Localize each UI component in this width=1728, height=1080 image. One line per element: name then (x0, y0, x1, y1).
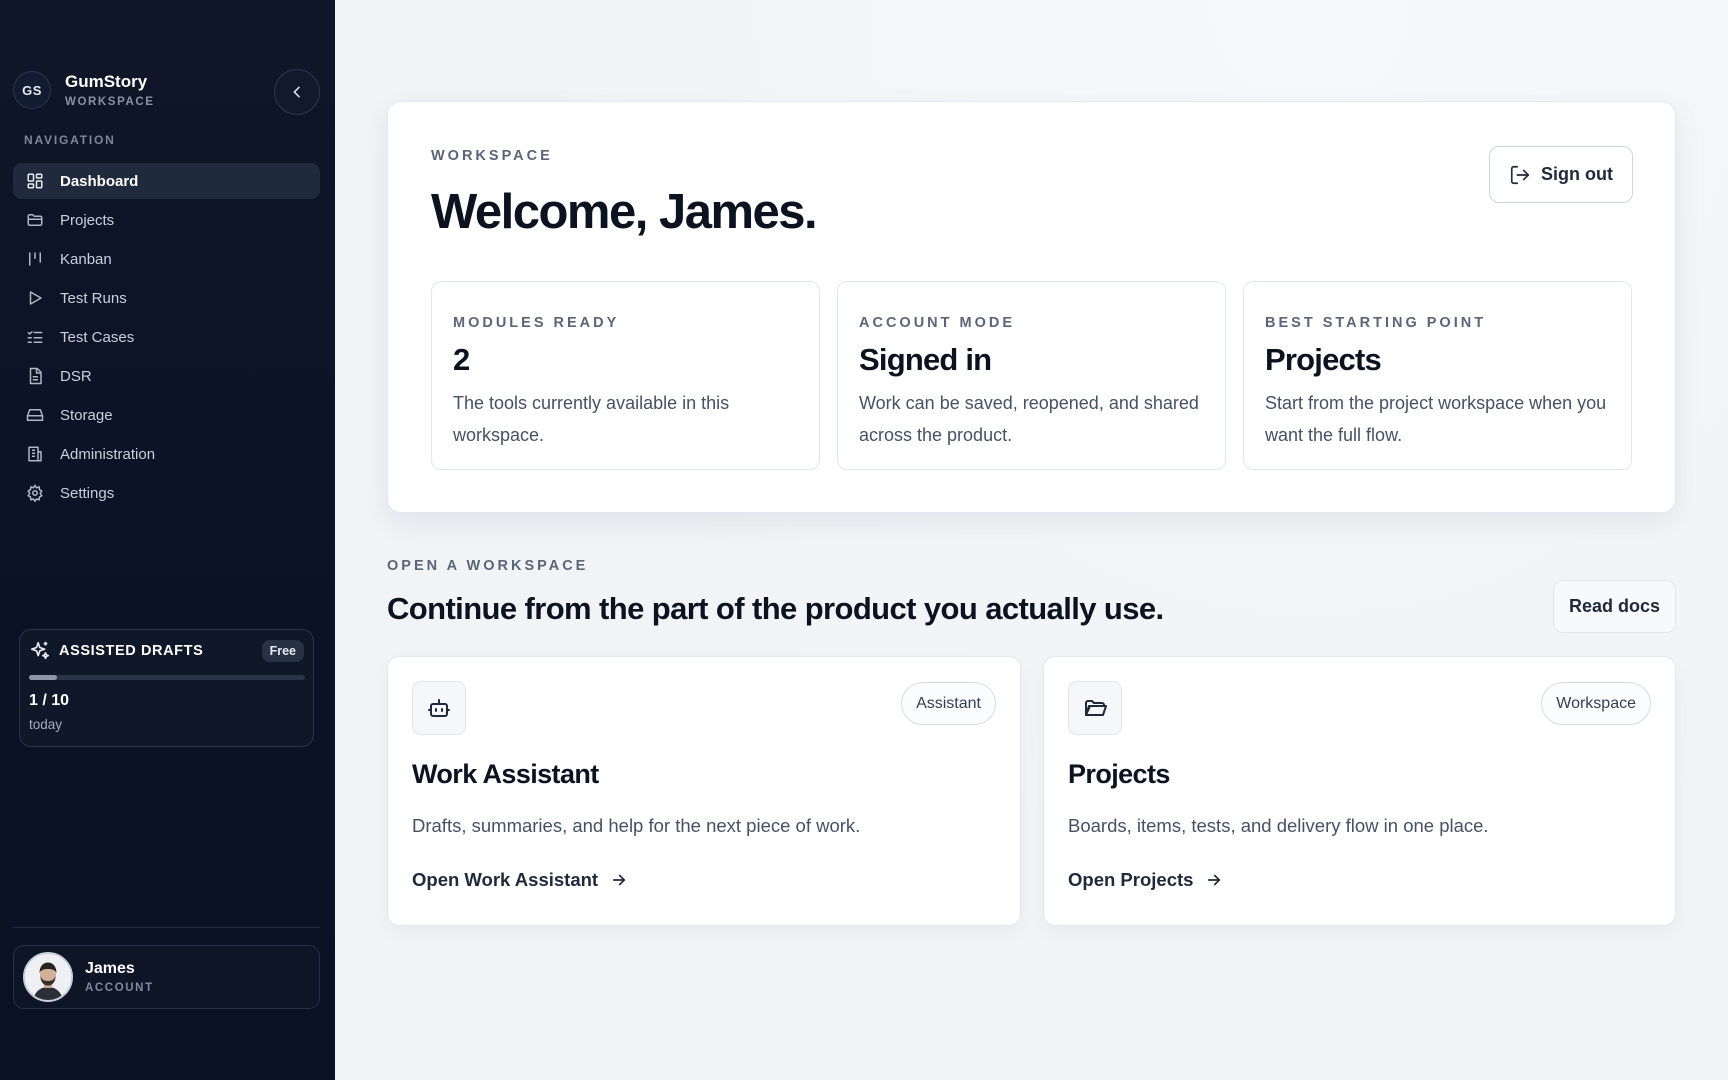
sidebar-item-projects[interactable]: Projects (13, 202, 320, 238)
sidebar-item-test-cases[interactable]: Test Cases (13, 319, 320, 355)
stat-value: Signed in (859, 342, 992, 377)
link-label: Open Projects (1068, 869, 1194, 890)
card-title: Work Assistant (412, 759, 599, 789)
read-docs-button[interactable]: Read docs (1553, 580, 1676, 633)
sidebar-item-label: Administration (60, 445, 156, 463)
sidebar-item-dashboard[interactable]: Dashboard (13, 163, 320, 199)
play-icon (25, 288, 45, 308)
folder-icon (25, 210, 45, 230)
sidebar-divider (13, 927, 320, 928)
sidebar-item-settings[interactable]: Settings (13, 475, 320, 511)
hero-eyebrow: WORKSPACE (431, 148, 553, 164)
logout-icon (1510, 165, 1530, 184)
drafts-count: 1 / 10 (29, 692, 70, 709)
stat-description: Work can be saved, reopened, and shared … (859, 393, 1199, 445)
sidebar-item-administration[interactable]: Administration (13, 436, 320, 472)
hard-drive-icon (25, 405, 45, 425)
account-name: James (85, 960, 135, 977)
sidebar-item-storage[interactable]: Storage (13, 397, 320, 433)
stat-label: BEST STARTING POINT (1265, 315, 1487, 331)
link-label: Open Work Assistant (412, 869, 599, 890)
sidebar-nav: Dashboard Projects Kanban Test Runs Test… (13, 163, 320, 514)
bot-icon (412, 681, 466, 735)
stat-value: Projects (1265, 342, 1382, 377)
open-projects-link[interactable]: Open Projects (1068, 869, 1223, 891)
sidebar-item-label: Settings (60, 484, 115, 502)
avatar (23, 952, 73, 1002)
kanban-icon (25, 249, 45, 269)
drafts-period: today (29, 717, 63, 732)
drafts-progress-bar (29, 675, 305, 680)
arrow-right-icon (1205, 871, 1223, 889)
chevron-left-icon (293, 86, 300, 98)
building-icon (25, 444, 45, 464)
checklist-icon (25, 327, 45, 347)
work-assistant-card[interactable]: Assistant Work Assistant Drafts, summari… (387, 656, 1021, 926)
sidebar-item-dsr[interactable]: DSR (13, 358, 320, 394)
page-title: Welcome, James. (431, 185, 818, 239)
brand[interactable]: GS GumStory WORKSPACE (13, 71, 155, 109)
sign-out-label: Sign out (1541, 164, 1613, 184)
stat-value: 2 (453, 342, 470, 377)
drafts-title: ASSISTED DRAFTS (59, 643, 204, 659)
sidebar-item-label: Projects (60, 211, 115, 229)
card-title: Projects (1068, 759, 1170, 789)
folder-open-icon (1068, 681, 1122, 735)
card-description: Boards, items, tests, and delivery flow … (1068, 815, 1489, 836)
section-title: Continue from the part of the product yo… (387, 591, 1164, 626)
card-description: Drafts, summaries, and help for the next… (412, 815, 861, 836)
document-icon (25, 366, 45, 386)
stat-description: The tools currently available in this wo… (453, 393, 730, 445)
brand-name: GumStory (65, 72, 148, 91)
projects-card[interactable]: Workspace Projects Boards, items, tests,… (1043, 656, 1676, 926)
stat-label: MODULES READY (453, 315, 620, 331)
plan-badge: Free (261, 640, 304, 662)
account-role: ACCOUNT (85, 982, 154, 994)
sidebar-item-label: Test Cases (60, 328, 135, 346)
stat-description: Start from the project workspace when yo… (1265, 393, 1607, 445)
arrow-right-icon (610, 871, 628, 889)
account-menu[interactable]: James ACCOUNT (13, 945, 320, 1009)
gear-icon (25, 483, 45, 503)
stat-card-modules: MODULES READY 2 The tools currently avai… (431, 281, 820, 470)
sidebar: GS GumStory WORKSPACE NAVIGATION Dashboa… (0, 0, 335, 1080)
stat-card-account-mode: ACCOUNT MODE Signed in Work can be saved… (837, 281, 1226, 470)
sparkles-icon (30, 641, 50, 660)
collapse-sidebar-button[interactable] (274, 69, 320, 115)
sidebar-item-label: Kanban (60, 250, 112, 268)
brand-subtitle: WORKSPACE (65, 96, 155, 108)
card-tag: Workspace (1541, 682, 1651, 725)
dashboard-icon (25, 171, 45, 191)
assisted-drafts-panel: ASSISTED DRAFTS Free 1 / 10 today (19, 629, 314, 747)
card-tag: Assistant (901, 682, 996, 725)
sidebar-item-kanban[interactable]: Kanban (13, 241, 320, 277)
sign-out-button[interactable]: Sign out (1489, 146, 1633, 203)
welcome-panel: WORKSPACE Welcome, James. Sign out MODUL… (387, 101, 1676, 513)
brand-badge: GS (13, 71, 51, 109)
sidebar-item-label: Storage (60, 406, 113, 424)
sidebar-item-label: Dashboard (60, 172, 139, 190)
sidebar-item-label: DSR (60, 367, 92, 385)
open-work-assistant-link[interactable]: Open Work Assistant (412, 869, 628, 891)
sidebar-item-test-runs[interactable]: Test Runs (13, 280, 320, 316)
drafts-progress-fill (29, 675, 57, 680)
stat-label: ACCOUNT MODE (859, 315, 1016, 331)
section-eyebrow: OPEN A WORKSPACE (387, 558, 589, 574)
sidebar-item-label: Test Runs (60, 289, 127, 307)
nav-section-title: NAVIGATION (24, 133, 116, 147)
stat-card-starting-point: BEST STARTING POINT Projects Start from … (1243, 281, 1632, 470)
